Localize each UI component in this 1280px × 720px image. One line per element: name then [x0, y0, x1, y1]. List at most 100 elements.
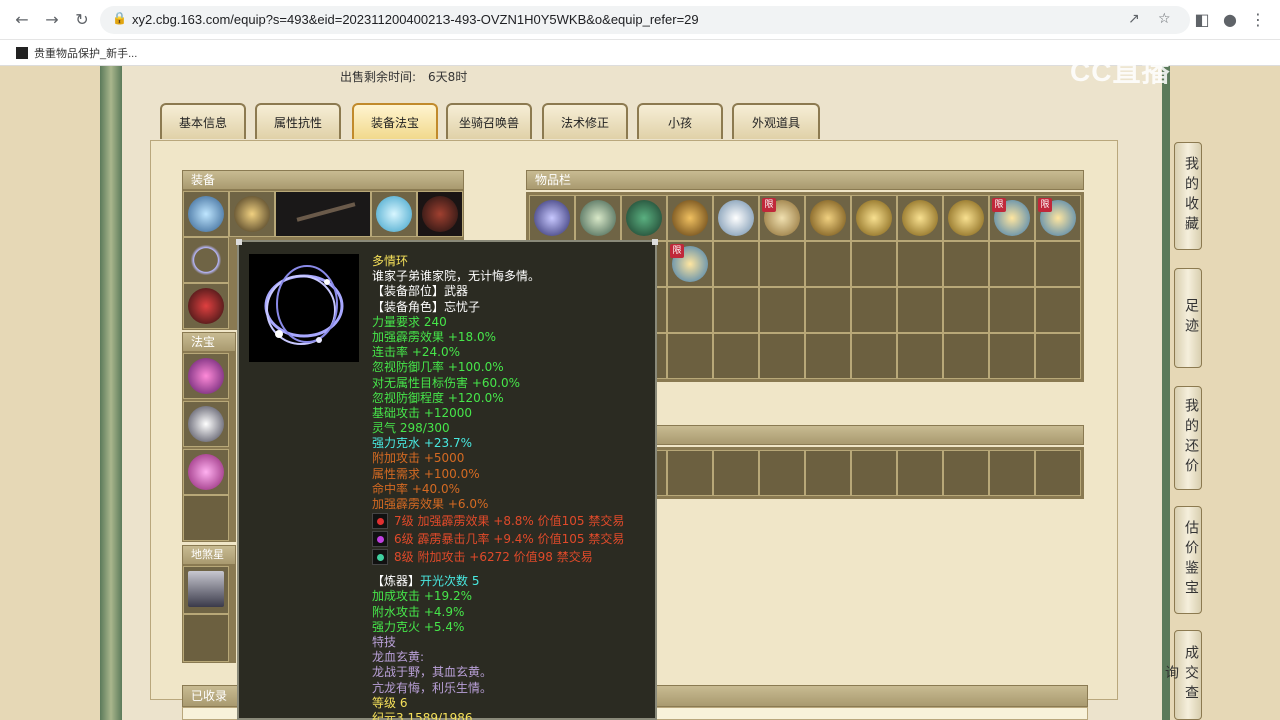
footprint-button[interactable]: 足迹 — [1174, 268, 1202, 368]
earth-star-slot[interactable] — [183, 614, 229, 662]
inventory-slot[interactable] — [759, 241, 805, 287]
inventory-slot[interactable] — [667, 195, 713, 241]
inventory-slot[interactable] — [805, 287, 851, 333]
tab-mounts-pets[interactable]: 坐骑召唤兽 — [446, 103, 532, 139]
inventory-slot[interactable] — [897, 195, 943, 241]
my-counteroffer-button[interactable]: 我的还价 — [1174, 386, 1202, 490]
portrait-icon — [188, 571, 224, 607]
inventory-slot[interactable] — [713, 241, 759, 287]
inventory-slot[interactable] — [897, 333, 943, 379]
watermark-logo: CC直播 — [1070, 56, 1171, 87]
inventory-slot[interactable]: 限 — [759, 195, 805, 241]
inventory-slot[interactable] — [897, 287, 943, 333]
back-icon[interactable]: ← — [10, 8, 34, 32]
inventory-slot[interactable] — [989, 333, 1035, 379]
share-icon[interactable]: ↗ — [1128, 11, 1140, 27]
inventory-slot[interactable] — [805, 241, 851, 287]
inventory-slot[interactable] — [1035, 333, 1081, 379]
inventory-slot[interactable]: 限 — [989, 195, 1035, 241]
necklace-icon — [234, 196, 270, 232]
helmet-icon — [188, 196, 224, 232]
inventory-slot[interactable] — [1035, 241, 1081, 287]
storage-slot[interactable] — [897, 450, 943, 496]
refine-line: 附水攻击 +4.9% — [372, 604, 465, 619]
weapon-icon — [296, 202, 356, 222]
storage-slot[interactable] — [989, 450, 1035, 496]
limit-badge: 限 — [1038, 198, 1052, 212]
sale-remaining-value: 6天8时 — [428, 70, 468, 84]
inventory-slot[interactable] — [943, 195, 989, 241]
inventory-slot[interactable]: 限 — [667, 241, 713, 287]
inventory-slot[interactable] — [759, 333, 805, 379]
tab-spell-correction[interactable]: 法术修正 — [542, 103, 628, 139]
inventory-slot[interactable]: 限 — [1035, 195, 1081, 241]
ring-weapon-icon — [188, 242, 224, 278]
url-text: xy2.cbg.163.com/equip?s=493&eid=20231120… — [132, 12, 699, 27]
reload-icon[interactable]: ↻ — [70, 8, 94, 32]
inventory-slot[interactable] — [851, 333, 897, 379]
favorites-button[interactable]: 我的收藏 — [1174, 142, 1202, 250]
fabao-slot[interactable] — [183, 401, 229, 447]
storage-slot[interactable] — [1035, 450, 1081, 496]
tab-basic-info[interactable]: 基本信息 — [160, 103, 246, 139]
inventory-slot[interactable] — [713, 195, 759, 241]
fabao-slot[interactable] — [183, 449, 229, 495]
star-icon[interactable]: ☆ — [1158, 11, 1171, 27]
inventory-slot[interactable] — [575, 195, 621, 241]
inventory-slot[interactable] — [805, 195, 851, 241]
sale-remaining: 出售剩余时间: 6天8时 — [340, 68, 467, 85]
menu-icon[interactable]: ⋮ — [1246, 8, 1270, 32]
tab-child[interactable]: 小孩 — [637, 103, 723, 139]
valuation-button[interactable]: 估价鉴宝 — [1174, 506, 1202, 614]
earth-star-slot[interactable] — [183, 566, 229, 614]
inventory-slot[interactable] — [621, 195, 667, 241]
purple-gem-icon — [372, 531, 388, 548]
fabao-slot[interactable] — [183, 353, 229, 399]
inventory-slot[interactable] — [805, 333, 851, 379]
inventory-slot[interactable] — [989, 241, 1035, 287]
address-bar[interactable]: 🔒 xy2.cbg.163.com/equip?s=493&eid=202311… — [100, 6, 1190, 34]
deal-query-button[interactable]: 成交查询 — [1163, 630, 1202, 720]
browser-toolbar: ← → ↻ 🔒 xy2.cbg.163.com/equip?s=493&eid=… — [0, 0, 1280, 40]
equip-slot[interactable] — [183, 191, 229, 237]
equip-slot[interactable] — [275, 191, 371, 237]
storage-slot[interactable] — [943, 450, 989, 496]
storage-slot[interactable] — [851, 450, 897, 496]
inventory-slot[interactable] — [851, 287, 897, 333]
inventory-slot[interactable] — [759, 287, 805, 333]
inventory-slot[interactable] — [943, 287, 989, 333]
inventory-slot[interactable] — [713, 287, 759, 333]
fabao-lantern-icon — [188, 454, 224, 490]
storage-slot[interactable] — [805, 450, 851, 496]
equip-slot[interactable] — [229, 191, 275, 237]
equip-slot[interactable] — [371, 191, 417, 237]
gem-row: 7级 加强霹雳效果 +8.8% 价值105 禁交易 — [372, 512, 652, 530]
equip-slot[interactable] — [183, 283, 229, 329]
crystal-icon — [856, 200, 892, 236]
tab-attributes[interactable]: 属性抗性 — [255, 103, 341, 139]
inventory-slot[interactable] — [667, 287, 713, 333]
equip-slot[interactable] — [417, 191, 463, 237]
forward-icon[interactable]: → — [40, 8, 64, 32]
inventory-slot[interactable] — [943, 241, 989, 287]
inventory-slot[interactable] — [1035, 287, 1081, 333]
storage-slot[interactable] — [713, 450, 759, 496]
stat-line-orange: 属性需求 +100.0% — [372, 466, 480, 481]
inventory-slot[interactable] — [529, 195, 575, 241]
tab-appearance[interactable]: 外观道具 — [732, 103, 820, 139]
fabao-slot[interactable] — [183, 495, 229, 541]
inventory-slot[interactable] — [989, 287, 1035, 333]
inventory-slot[interactable] — [851, 195, 897, 241]
side-panel-icon[interactable]: ◧ — [1190, 8, 1214, 32]
inventory-slot[interactable] — [667, 333, 713, 379]
storage-slot[interactable] — [759, 450, 805, 496]
profile-icon[interactable]: ● — [1218, 8, 1242, 32]
storage-slot[interactable] — [667, 450, 713, 496]
inventory-slot[interactable] — [943, 333, 989, 379]
inventory-slot[interactable] — [713, 333, 759, 379]
inventory-slot[interactable] — [851, 241, 897, 287]
tab-equipment[interactable]: 装备法宝 — [352, 103, 438, 139]
equip-slot[interactable] — [183, 237, 229, 283]
bookmark-item[interactable]: 贵重物品保护_新手... — [16, 45, 137, 61]
inventory-slot[interactable] — [897, 241, 943, 287]
